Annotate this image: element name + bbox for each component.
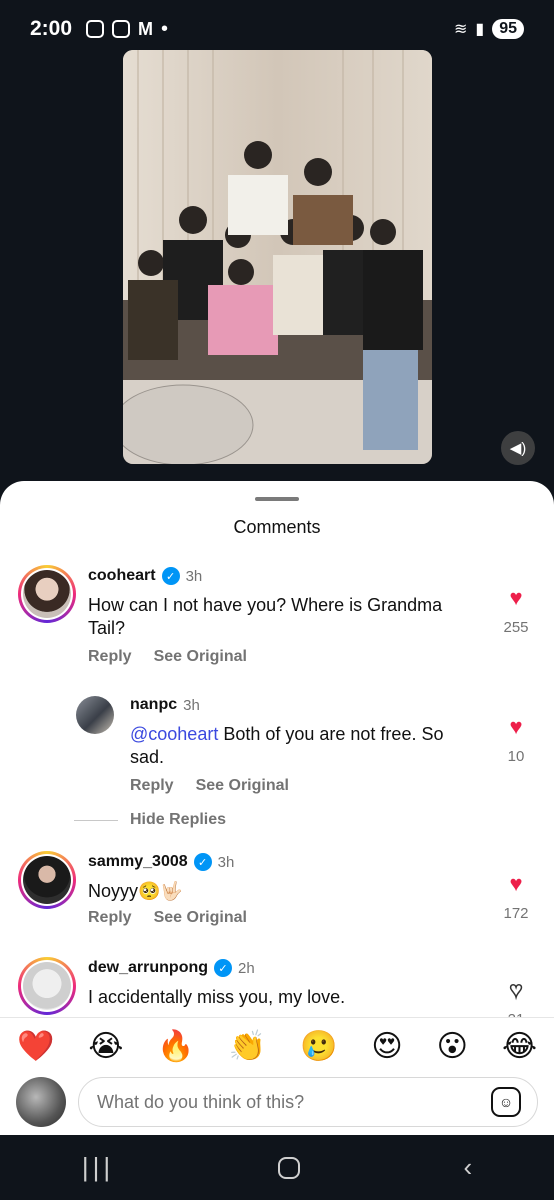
instagram-icon: [86, 20, 105, 38]
comment-text: I accidentally miss you, my love.: [88, 987, 346, 1007]
more-notifications-dot-icon: •: [161, 17, 169, 40]
like-control: ♥ 255: [496, 587, 536, 637]
notification-icons: M •: [86, 18, 168, 41]
see-original-button[interactable]: See Original: [154, 648, 247, 666]
comment-username[interactable]: dew_arrunpong: [88, 959, 208, 977]
comment-text: Noyyy🥺🤟🏻: [88, 881, 183, 901]
reply-button[interactable]: Reply: [88, 648, 132, 666]
comment-text: How can I not have you? Where is Grandma…: [88, 595, 443, 638]
like-count: 255: [503, 619, 529, 636]
emoji-reaction-bar: ❤️ 😭 🔥 👏 🥲 😍 😮 😂: [0, 1017, 554, 1075]
system-icons: ≋ ▮ 95: [454, 19, 524, 39]
comment-composer: ☺: [0, 1069, 554, 1135]
reply-button[interactable]: Reply: [88, 909, 132, 927]
comment-actions: Reply See Original: [130, 777, 289, 795]
comment-actions: Reply See Original: [88, 909, 247, 927]
heart-outline-icon[interactable]: ♥: [496, 978, 536, 1002]
hide-replies-label: Hide Replies: [130, 811, 227, 828]
verified-badge-icon: ✓: [214, 959, 233, 977]
comment-header: cooheart ✓ 3h: [88, 567, 202, 585]
emoji-clapping-hands[interactable]: 👏: [229, 1031, 266, 1062]
see-original-button[interactable]: See Original: [196, 777, 289, 795]
like-control: ♥ 10: [496, 716, 536, 766]
speaker-icon: ◀): [509, 440, 527, 457]
emoji-loudly-crying[interactable]: 😭: [88, 1031, 123, 1062]
avatar[interactable]: [18, 851, 76, 909]
status-time: 2:00: [30, 17, 73, 40]
emoji-tears-of-joy[interactable]: 😂: [502, 1031, 537, 1062]
battery-indicator: 95: [492, 19, 524, 39]
avatar[interactable]: [76, 696, 114, 734]
wifi-icon: ≋: [453, 21, 468, 38]
comment-time: 3h: [185, 567, 203, 585]
avatar[interactable]: [18, 565, 76, 623]
sticker-icon[interactable]: ☺: [491, 1087, 521, 1117]
sheet-grabber-handle[interactable]: [255, 497, 299, 501]
like-control: ♥ 172: [496, 873, 536, 923]
comment-input[interactable]: [97, 1091, 491, 1113]
reply-button[interactable]: Reply: [130, 777, 174, 795]
comment-header: dew_arrunpong ✓ 2h: [88, 959, 255, 977]
heart-filled-icon[interactable]: ♥: [496, 716, 536, 738]
divider: [74, 819, 118, 821]
comment-text: @cooheart Both of you are not free. So s…: [130, 723, 480, 769]
emoji-heart-eyes[interactable]: 😍: [371, 1031, 402, 1062]
home-icon[interactable]: [277, 1156, 300, 1179]
sheet-title: Comments: [233, 517, 321, 537]
like-count: 172: [503, 905, 529, 922]
comment-username[interactable]: cooheart: [88, 567, 156, 585]
post-photo[interactable]: [123, 50, 432, 464]
hide-replies-button[interactable]: Hide Replies: [74, 811, 226, 829]
verified-badge-icon: ✓: [193, 853, 212, 871]
group-photo-illustration: [123, 50, 432, 464]
like-count: 10: [507, 748, 525, 765]
screenshot-icon: [112, 20, 131, 38]
recents-icon[interactable]: |||: [82, 1152, 114, 1183]
emoji-fire[interactable]: 🔥: [157, 1031, 194, 1062]
comment-input-wrapper: ☺: [78, 1077, 538, 1127]
comment-time: 2h: [238, 959, 255, 977]
my-avatar: [16, 1077, 66, 1127]
comment-header: nanpc 3h: [130, 696, 200, 714]
heart-filled-icon[interactable]: ♥: [496, 873, 536, 895]
comment-username[interactable]: nanpc: [130, 696, 177, 714]
avatar[interactable]: [18, 957, 76, 1015]
emoji-smiling-tear[interactable]: 🥲: [300, 1031, 337, 1062]
comment-time: 3h: [183, 696, 200, 714]
heart-filled-icon[interactable]: ♥: [496, 587, 536, 609]
system-navigation-bar: ||| ‹: [0, 1135, 554, 1200]
gmail-icon: M: [138, 18, 154, 39]
sound-toggle-button[interactable]: ◀): [501, 431, 535, 465]
verified-badge-icon: ✓: [161, 567, 180, 585]
emoji-red-heart[interactable]: ❤️: [17, 1031, 54, 1062]
comment-username[interactable]: sammy_3008: [88, 853, 188, 871]
comment-header: sammy_3008 ✓ 3h: [88, 853, 234, 871]
mention-link[interactable]: @cooheart: [130, 724, 218, 744]
back-icon[interactable]: ‹: [463, 1152, 472, 1183]
signal-icon: ▮: [475, 21, 485, 38]
comment-actions: Reply See Original: [88, 648, 247, 666]
comment-time: 3h: [217, 853, 235, 871]
see-original-button[interactable]: See Original: [154, 909, 247, 927]
emoji-open-mouth[interactable]: 😮: [437, 1031, 468, 1062]
